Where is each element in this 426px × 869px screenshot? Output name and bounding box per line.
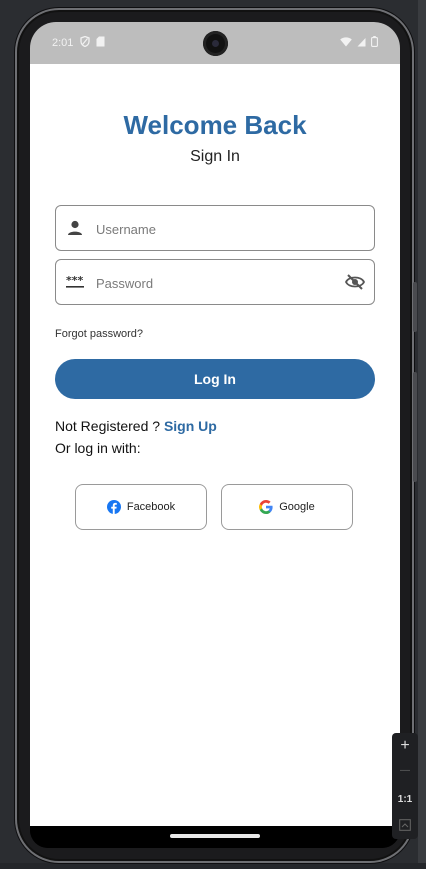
google-label: Google [279,501,315,513]
page-title: Welcome Back [123,110,307,140]
page-subtitle: Sign In [190,148,240,165]
password-mask-text: *** [66,274,84,287]
power-button[interactable] [413,282,417,332]
emulator-zoom-panel: + — 1:1 [392,733,418,839]
facebook-login-button[interactable]: Facebook [75,484,207,530]
register-prompt: Not Registered ? Sign Up [55,418,217,434]
volume-button[interactable] [413,372,417,482]
password-field[interactable]: *** [55,259,375,306]
login-screen: Welcome Back Sign In *** Forgot password… [30,64,400,826]
wifi-icon [340,36,352,46]
front-camera [203,31,228,56]
sd-card-icon [96,36,105,47]
or-log-in-with-text: Or log in with: [55,440,141,456]
google-icon [259,500,273,514]
device-screen: 2:01 Welcome Back Sign In *** [30,22,400,848]
facebook-label: Facebook [126,501,176,513]
battery-icon [371,36,378,47]
password-icon: *** [66,274,84,288]
person-icon [68,220,82,235]
username-field[interactable] [55,205,375,252]
sign-up-link[interactable]: Sign Up [164,418,217,434]
home-gesture-handle[interactable] [170,834,260,838]
google-login-button[interactable]: Google [221,484,353,530]
zoom-out-button[interactable]: — [392,765,418,776]
zoom-in-button[interactable]: + [392,737,418,755]
navigation-bar [30,826,400,848]
forgot-password-link[interactable]: Forgot password? [55,328,143,340]
status-system-icons [340,36,378,47]
log-in-button[interactable]: Log In [55,359,375,399]
signal-icon [357,37,366,46]
password-input[interactable] [94,260,338,306]
shield-icon [80,36,90,47]
fit-screen-icon[interactable] [399,819,411,831]
facebook-icon [106,500,121,514]
status-bar: 2:01 [30,22,400,64]
actual-size-button[interactable]: 1:1 [392,794,418,805]
status-notification-icons [80,36,105,47]
username-input[interactable] [94,206,338,252]
status-time: 2:01 [52,37,74,49]
emulator-bottom-strip [0,863,426,869]
not-registered-text: Not Registered ? [55,418,164,434]
visibility-off-icon[interactable] [345,273,365,291]
emulator-side-strip [418,0,426,869]
